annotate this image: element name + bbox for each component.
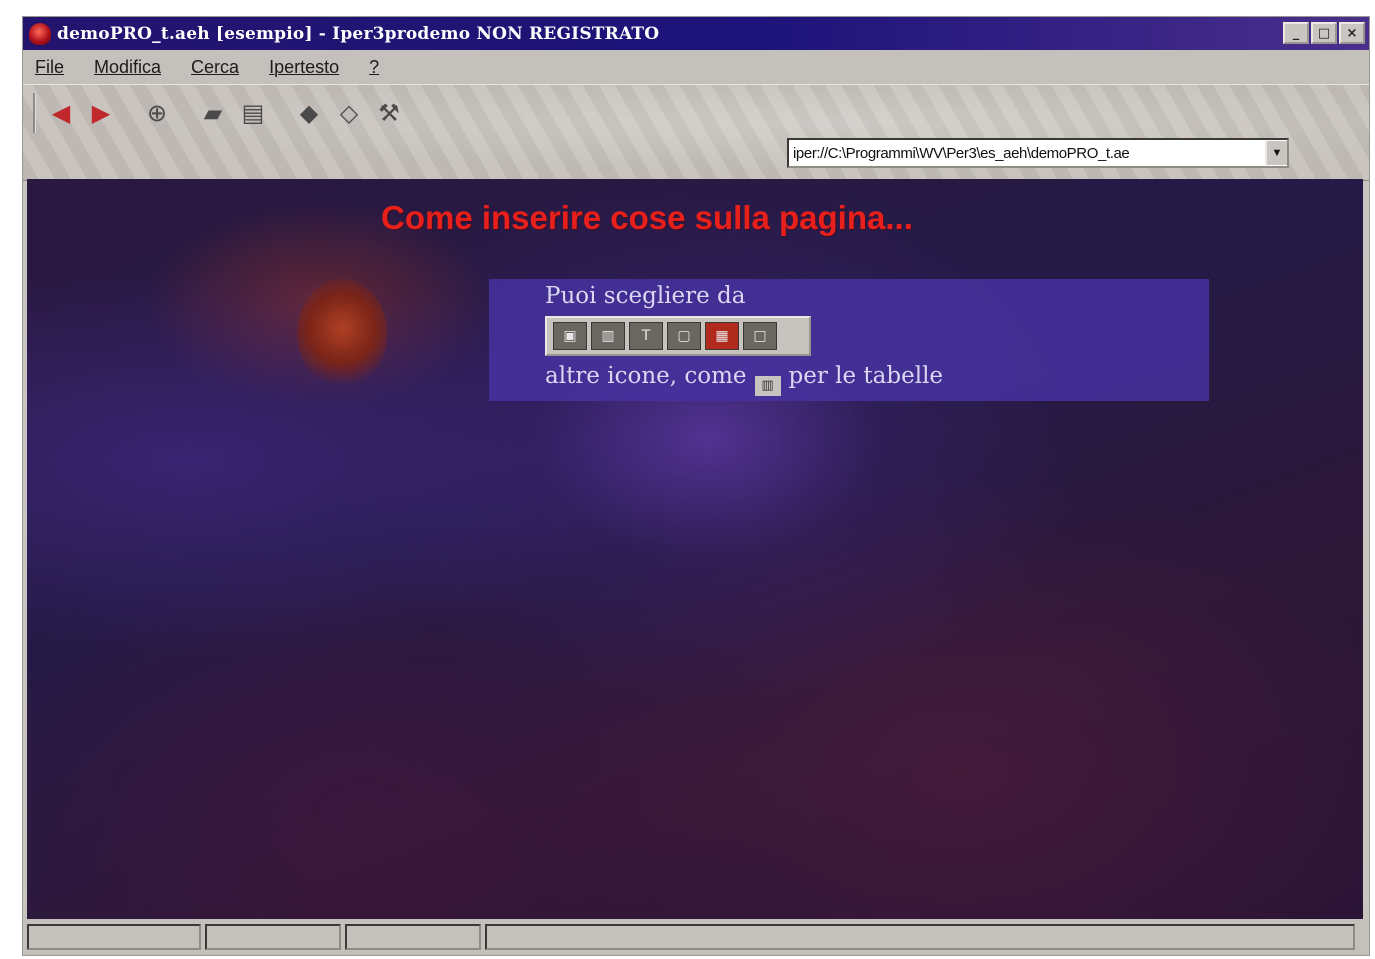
address-combobox[interactable]: iper://C:\Programmi\WV\Per3\es_aeh\demoP…: [787, 138, 1289, 168]
other-icons-before: altre icone, come: [545, 363, 747, 389]
image-icon[interactable]: ▣: [553, 322, 587, 350]
window-title: demoPRO_t.aeh [esempio] - Iper3prodemo N…: [57, 23, 660, 44]
title-bar[interactable]: demoPRO_t.aeh [esempio] - Iper3prodemo N…: [23, 17, 1369, 50]
menu-file[interactable]: File: [35, 57, 64, 78]
tools-icon[interactable]: ⚒: [372, 96, 406, 130]
status-pane-3: [345, 924, 481, 950]
colored-block-icon[interactable]: ▦: [705, 322, 739, 350]
status-pane-2: [205, 924, 341, 950]
close-button[interactable]: ×: [1339, 22, 1365, 44]
page-heading: Come inserire cose sulla pagina...: [381, 199, 913, 236]
insert-icon-strip: ▣ ▥ T ▢ ▦ □: [545, 316, 811, 356]
table-icon[interactable]: ▥: [591, 322, 625, 350]
window-controls: _ □ ×: [1283, 22, 1365, 44]
menu-cerca[interactable]: Cerca: [191, 57, 239, 78]
open-folder-icon[interactable]: ▰: [196, 96, 230, 130]
toolbar: ◀ ▶ ⊕ ▰ ▤ ◆ ◇ ⚒: [33, 93, 406, 133]
app-icon[interactable]: [29, 22, 51, 45]
maximize-button[interactable]: □: [1311, 22, 1337, 44]
toolbar-area: ◀ ▶ ⊕ ▰ ▤ ◆ ◇ ⚒ iper://C:\Programmi\WV\P…: [23, 84, 1369, 181]
stack-icon[interactable]: ◆: [292, 96, 326, 130]
status-bar: [23, 919, 1369, 955]
minimize-button[interactable]: _: [1283, 22, 1309, 44]
eraser-icon[interactable]: ◇: [332, 96, 366, 130]
globe-icon[interactable]: ⊕: [140, 96, 174, 130]
menu-help[interactable]: ?: [369, 57, 379, 78]
chevron-down-icon[interactable]: ▼: [1265, 141, 1287, 165]
decorative-image: [297, 279, 387, 389]
menu-bar: File Modifica Cerca Ipertesto ?: [23, 50, 1369, 84]
print-icon[interactable]: ▤: [236, 96, 270, 130]
menu-modifica[interactable]: Modifica: [94, 57, 161, 78]
back-icon[interactable]: ◀: [44, 96, 78, 130]
other-icons-text: altre icone, come ▥ per le tabelle: [545, 363, 944, 396]
other-icons-after: per le tabelle: [788, 363, 944, 389]
forward-icon[interactable]: ▶: [84, 96, 118, 130]
choose-label: Puoi scegliere da: [545, 283, 746, 309]
info-box: Puoi scegliere da ▣ ▥ T ▢ ▦ □ altre icon…: [489, 279, 1209, 401]
text-icon[interactable]: T: [629, 322, 663, 350]
status-pane-1: [27, 924, 201, 950]
box-icon[interactable]: □: [743, 322, 777, 350]
status-pane-4: [485, 924, 1355, 950]
address-input[interactable]: iper://C:\Programmi\WV\Per3\es_aeh\demoP…: [789, 145, 1265, 162]
page-content: Come inserire cose sulla pagina... Puoi …: [27, 179, 1363, 919]
app-window: demoPRO_t.aeh [esempio] - Iper3prodemo N…: [22, 16, 1370, 956]
frame-icon[interactable]: ▢: [667, 322, 701, 350]
menu-ipertesto[interactable]: Ipertesto: [269, 57, 339, 78]
table-icon: ▥: [754, 376, 781, 396]
